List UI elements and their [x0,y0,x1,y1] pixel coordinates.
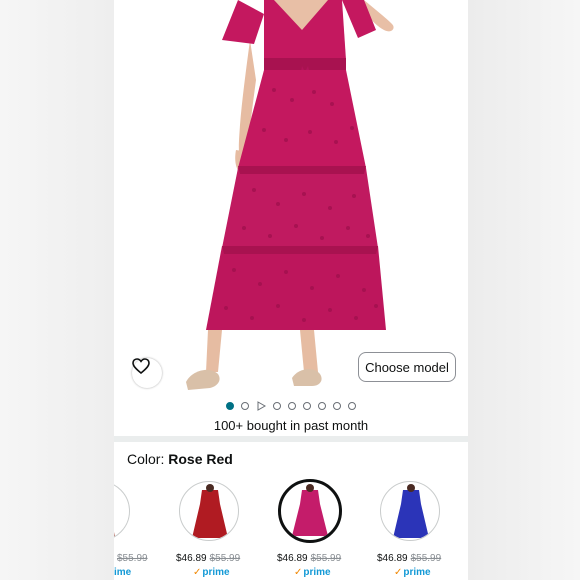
page-dot[interactable] [273,402,281,410]
swatch-image [114,481,130,541]
prime-badge: ime [114,567,132,578]
page-dot[interactable] [348,402,356,410]
play-icon[interactable] [256,401,266,411]
prime-check-icon: ✓ [394,567,403,578]
page-dot[interactable] [288,402,296,410]
favorite-button[interactable] [132,358,162,388]
list-price: $55.99 [117,553,148,564]
color-swatches: $55.99 ime $46.89 $55.99 ✓prime $46.89 $… [114,478,468,580]
price: $46.89 [176,553,207,564]
prime-check-icon: ✓ [294,567,303,578]
swatch-image [380,481,440,541]
list-price: $55.99 [310,553,342,564]
price: $46.89 [377,553,408,564]
swatch-image [278,479,342,543]
list-price: $55.99 [209,553,241,564]
prime-check-icon: ✓ [193,567,202,578]
page-dot[interactable] [241,402,249,410]
price: $46.89 [277,553,308,564]
color-label: Color: [127,451,165,467]
image-pagination [114,399,468,413]
dress-photo [186,0,394,390]
color-selector-label: Color: Rose Red [127,451,233,467]
product-image[interactable]: Choose model [114,0,468,394]
page-dot[interactable] [318,402,326,410]
bought-count: 100+ bought in past month [213,418,369,433]
swatch-image [179,481,239,541]
background-right [468,0,580,580]
prime-badge: prime [202,567,230,578]
selected-color: Rose Red [168,451,233,467]
prime-badge: prime [303,567,331,578]
page-dot[interactable] [333,402,341,410]
page-dot[interactable] [226,402,234,410]
choose-model-button[interactable]: Choose model [358,352,456,382]
prime-badge: prime [403,567,431,578]
list-price: $55.99 [410,553,442,564]
heart-icon [132,358,150,374]
product-page: Choose model 100+ bought in past month C… [114,0,468,580]
background-left [0,0,114,580]
section-divider [114,436,468,442]
page-dot[interactable] [303,402,311,410]
